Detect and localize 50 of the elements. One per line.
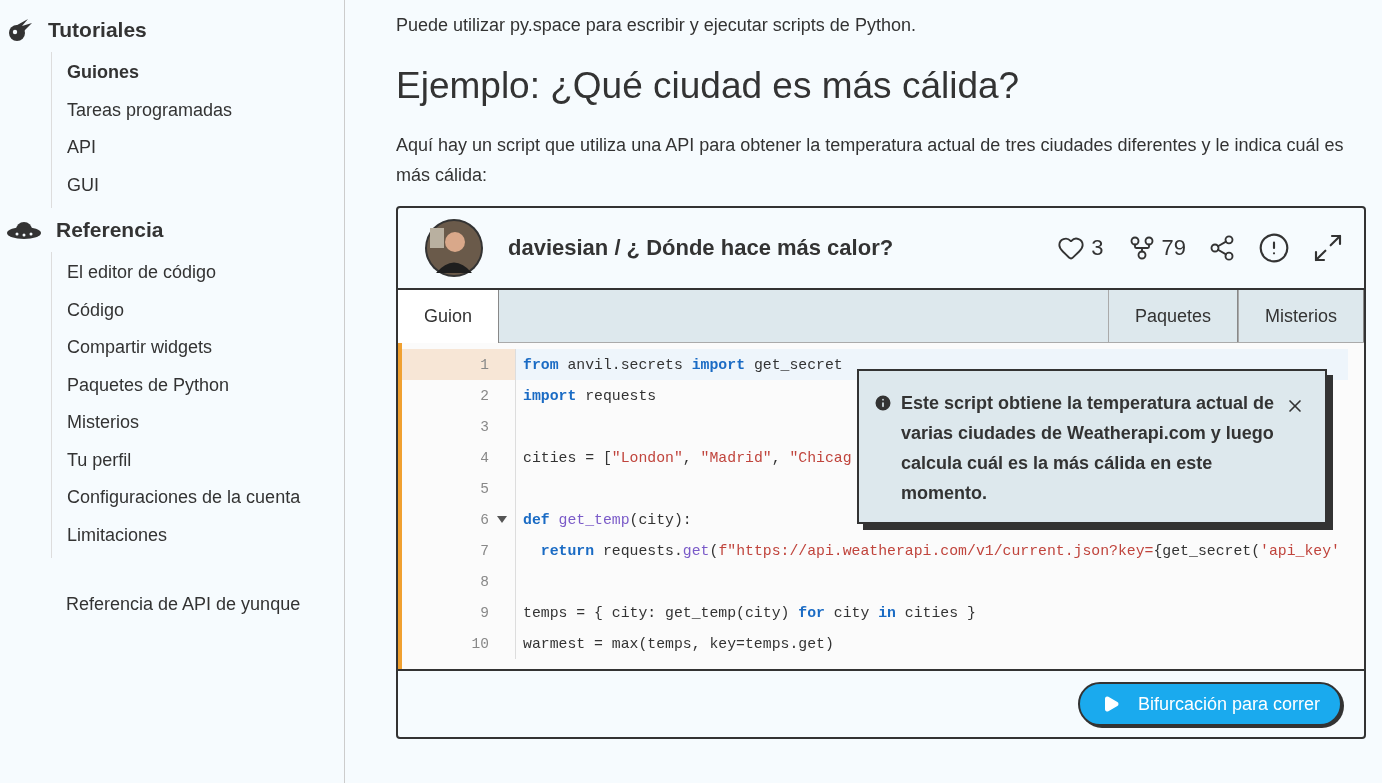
ufo-icon: [6, 219, 42, 241]
code-line: from anvil.secrets import get_secret: [522, 356, 843, 373]
sidebar-item[interactable]: Limitaciones: [67, 516, 168, 554]
code-line: return requests.get(f"https://api.weatherapi.com/v1/current.json?key={get_secret('api_key': [539, 542, 1340, 559]
script-title: daviesian / ¿ Dónde hace más calor?: [508, 235, 895, 261]
heading: Ejemplo: ¿Qué ciudad es más cálida?: [396, 64, 1021, 108]
share-button[interactable]: [1208, 234, 1236, 262]
tab[interactable]: Guion: [398, 290, 500, 343]
sidebar-item[interactable]: Tu perfil: [67, 441, 132, 479]
sidebar-item[interactable]: El editor de código: [67, 254, 217, 292]
sidebar-item[interactable]: API: [67, 129, 96, 167]
paragraph: Aquí hay un script que utiliza una API para obtener la temperatura actual de tres ciudades diferentes y le indica cuál es más cálida:: [396, 134, 1345, 187]
line-number: 7: [480, 542, 489, 559]
intro-text: Puede utilizar py.space para escribir y ejecutar scripts de Python.: [396, 14, 917, 37]
comet-icon: [6, 17, 34, 43]
info-icon: [873, 393, 893, 413]
line-number: 2: [480, 387, 489, 404]
report-button[interactable]: [1258, 232, 1290, 264]
line-number: 8: [480, 573, 489, 590]
line-number: 9: [480, 604, 489, 621]
line-number: 1: [480, 356, 489, 373]
sidebar-item[interactable]: Compartir widgets: [67, 329, 213, 367]
code-line: def get_temp(city):: [522, 511, 692, 528]
line-number: 6: [480, 511, 489, 528]
code-line: cities = ["London", "Madrid", "Chicag: [522, 449, 852, 466]
sidebar-item[interactable]: Tareas programadas: [67, 91, 233, 129]
sidebar-item[interactable]: Guiones: [67, 54, 139, 92]
fork-button[interactable]: 79: [1127, 234, 1186, 262]
sidebar-item[interactable]: Misterios: [67, 404, 139, 442]
avatar: [424, 218, 484, 278]
section-title[interactable]: Tutoriales: [48, 18, 147, 42]
like-button[interactable]: 3: [1057, 234, 1104, 262]
line-number: 10: [471, 635, 489, 652]
code-line: temps = { city: get_temp(city) for city in cities }: [522, 604, 976, 621]
sidebar-item[interactable]: GUI: [67, 166, 99, 204]
line-number: 3: [480, 418, 489, 435]
sidebar-item[interactable]: Configuraciones de la cuenta: [67, 479, 301, 517]
sidebar-item[interactable]: Código: [67, 291, 125, 329]
fold-icon[interactable]: [497, 516, 507, 523]
sidebar-link[interactable]: Referencia de API de yunque: [66, 594, 301, 615]
code-line: warmest = max(temps, key=temps.get): [522, 635, 834, 652]
tab[interactable]: Paquetes: [1107, 290, 1238, 342]
code-line: import requests: [522, 387, 657, 404]
tooltip-text: Este script obtiene la temperatura actual de varias ciudades de Weatherapi.com y luego calcula cuál es la más cálida en este momento.: [901, 392, 1276, 505]
section-title[interactable]: Referencia: [56, 218, 164, 242]
tab[interactable]: Misterios: [1238, 290, 1364, 342]
line-number: 5: [480, 480, 489, 497]
sidebar-item[interactable]: Paquetes de Python: [67, 366, 230, 404]
line-number: 4: [480, 449, 489, 466]
expand-button[interactable]: [1312, 232, 1344, 264]
